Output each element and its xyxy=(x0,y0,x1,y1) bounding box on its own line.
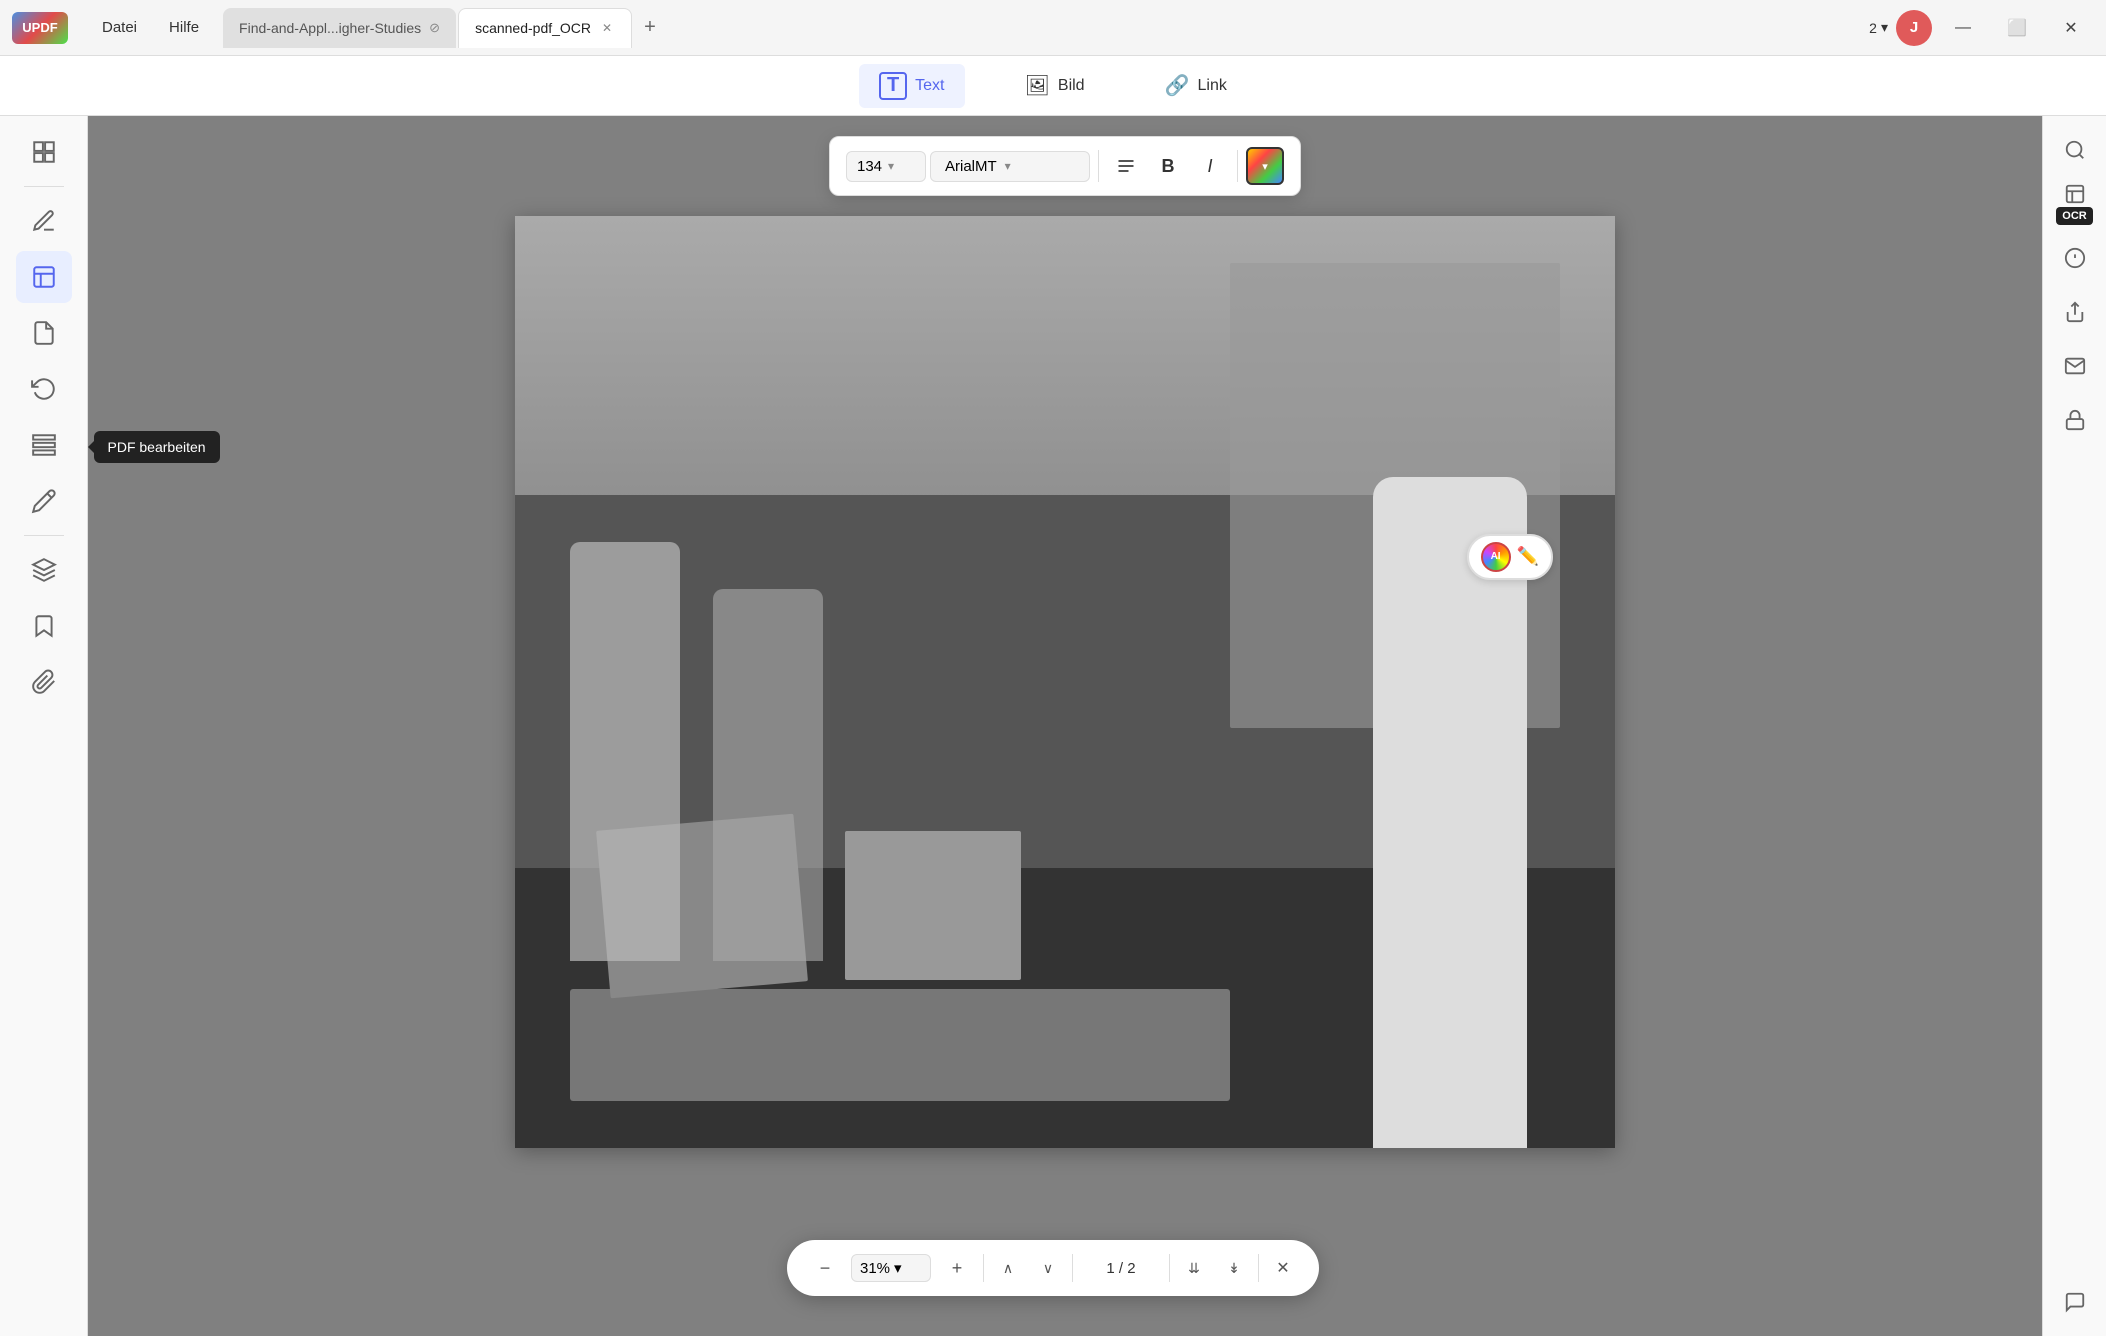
tab-label-active: scanned-pdf_OCR xyxy=(475,20,591,36)
toolbar-divider-2 xyxy=(1072,1254,1073,1282)
fmt-divider-2 xyxy=(1237,150,1238,182)
sidebar-icon-signatures[interactable] xyxy=(16,475,72,527)
right-icon-lock[interactable] xyxy=(2051,396,2099,444)
pdf-office-image xyxy=(1015,588,1535,1068)
pdf-area[interactable]: 134 ▾ ArialMT ▾ B I ▾ xyxy=(88,116,2042,1336)
color-dropdown-icon: ▾ xyxy=(1262,160,1268,173)
sidebar-icon-layers[interactable] xyxy=(16,544,72,596)
left-sidebar: PDF bearbeiten xyxy=(0,116,88,1336)
new-tab-button[interactable]: + xyxy=(634,12,666,44)
user-avatar[interactable]: J xyxy=(1896,10,1932,46)
ocr-badge: OCR xyxy=(2056,207,2092,225)
top-toolbar: T Text 🖼 Bild 🔗 Link xyxy=(0,56,2106,116)
tab-edit-icon: ⊘ xyxy=(429,20,440,36)
sidebar-divider-2 xyxy=(24,535,64,536)
sidebar-icon-annotate[interactable] xyxy=(16,195,72,247)
sidebar-icon-attach[interactable] xyxy=(16,656,72,708)
font-name-value: ArialMT xyxy=(945,158,997,175)
text-tool-label: Text xyxy=(915,77,944,95)
bild-tool-icon: 🖼 xyxy=(1025,73,1050,98)
link-tool-icon: 🔗 xyxy=(1165,73,1190,98)
zoom-dropdown-icon: ▾ xyxy=(894,1259,902,1277)
font-name-selector[interactable]: ArialMT ▾ xyxy=(930,151,1090,182)
sidebar-icon-edit-pdf[interactable]: PDF bearbeiten xyxy=(16,251,72,303)
align-button[interactable] xyxy=(1107,147,1145,185)
updf-logo-icon: UPDF xyxy=(12,12,68,44)
link-tool-label: Link xyxy=(1197,77,1226,95)
color-picker-button[interactable]: ▾ xyxy=(1246,147,1284,185)
right-icon-chat[interactable] xyxy=(2051,1278,2099,1326)
app-logo: UPDF xyxy=(12,12,68,44)
toolbar-divider-3 xyxy=(1169,1254,1170,1282)
zoom-level-value: 31% xyxy=(860,1260,890,1277)
title-bar-right: 2 ▾ J — ⬜ ✕ xyxy=(1869,10,2094,46)
scroll-down-button[interactable]: ∨ xyxy=(1032,1252,1064,1284)
text-tool-button[interactable]: T Text xyxy=(859,64,964,108)
bold-button[interactable]: B xyxy=(1149,147,1187,185)
toolbar-divider-1 xyxy=(983,1254,984,1282)
menu-datei[interactable]: Datei xyxy=(88,13,151,42)
right-icon-properties[interactable] xyxy=(2051,234,2099,282)
link-tool-button[interactable]: 🔗 Link xyxy=(1145,65,1247,106)
text-tool-icon: T xyxy=(879,72,907,100)
next-page-button[interactable]: ↡ xyxy=(1218,1252,1250,1284)
font-dropdown-icon: ▾ xyxy=(1005,159,1011,173)
menu-hilfe[interactable]: Hilfe xyxy=(155,13,213,42)
tab-close-button[interactable]: ✕ xyxy=(599,20,615,36)
main-layout: PDF bearbeiten 134 ▾ xyxy=(0,116,2106,1336)
close-button[interactable]: ✕ xyxy=(2048,10,2094,46)
font-size-value: 134 xyxy=(857,158,882,175)
tab-label: Find-and-Appl...igher-Studies xyxy=(239,20,421,36)
zoom-level-selector[interactable]: 31% ▾ xyxy=(851,1254,931,1282)
bottom-toolbar: − 31% ▾ + ∧ ∨ 1 / 2 ⇊ ↡ ✕ xyxy=(787,1240,1319,1296)
sidebar-divider-1 xyxy=(24,186,64,187)
page-count-value: 2 xyxy=(1869,20,1877,36)
close-nav-button[interactable]: ✕ xyxy=(1267,1252,1299,1284)
current-page: 1 xyxy=(1106,1260,1114,1277)
page-counter: 2 ▾ xyxy=(1869,19,1888,36)
right-sidebar: OCR xyxy=(2042,116,2106,1336)
zoom-out-button[interactable]: − xyxy=(807,1250,843,1286)
right-icon-ocr[interactable]: OCR xyxy=(2051,180,2099,228)
font-size-dropdown-icon: ▾ xyxy=(888,159,894,173)
fmt-divider-1 xyxy=(1098,150,1099,182)
minimize-button[interactable]: — xyxy=(1940,10,1986,46)
tab-scanned-pdf[interactable]: scanned-pdf_OCR ✕ xyxy=(458,8,632,48)
toolbar-divider-4 xyxy=(1258,1254,1259,1282)
bild-tool-button[interactable]: 🖼 Bild xyxy=(1005,65,1105,106)
page-indicator: 1 / 2 xyxy=(1081,1256,1161,1281)
page-sep: / xyxy=(1119,1260,1127,1277)
right-icon-share[interactable] xyxy=(2051,288,2099,336)
right-icon-mail[interactable] xyxy=(2051,342,2099,390)
page-count-dropdown[interactable]: ▾ xyxy=(1881,19,1888,36)
office-sim-bg xyxy=(1015,588,1535,1068)
tabs-area: Find-and-Appl...igher-Studies ⊘ scanned-… xyxy=(223,8,1869,48)
zoom-in-button[interactable]: + xyxy=(939,1250,975,1286)
total-pages: 2 xyxy=(1127,1260,1135,1277)
pdf-body: Smart devices and internet-based applica… xyxy=(595,588,1535,1068)
italic-button[interactable]: I xyxy=(1191,147,1229,185)
sidebar-icon-convert[interactable] xyxy=(16,363,72,415)
scroll-up-button[interactable]: ∧ xyxy=(992,1252,1024,1284)
title-bar: UPDF Datei Hilfe Find-and-Appl...igher-S… xyxy=(0,0,2106,56)
maximize-button[interactable]: ⬜ xyxy=(1994,10,2040,46)
ai-icon: AI xyxy=(1481,542,1511,572)
sidebar-icon-pages[interactable] xyxy=(16,307,72,359)
right-icon-search[interactable] xyxy=(2051,126,2099,174)
ai-edit-icon: ✏️ xyxy=(1517,546,1539,567)
prev-page-button[interactable]: ⇊ xyxy=(1178,1252,1210,1284)
ai-button[interactable]: AI ✏️ xyxy=(1467,534,1553,580)
sidebar-icon-bookmark[interactable] xyxy=(16,600,72,652)
tooltip-edit-pdf: PDF bearbeiten xyxy=(94,431,220,463)
pdf-page: Improve Working Productivity in Using Ap… xyxy=(515,216,1615,1148)
menu-bar: Datei Hilfe xyxy=(88,13,213,42)
sidebar-icon-organize[interactable] xyxy=(16,419,72,471)
bild-tool-label: Bild xyxy=(1058,77,1085,95)
tab-find-apply[interactable]: Find-and-Appl...igher-Studies ⊘ xyxy=(223,8,456,48)
sidebar-icon-thumbnail[interactable] xyxy=(16,126,72,178)
font-size-selector[interactable]: 134 ▾ xyxy=(846,151,926,182)
format-toolbar: 134 ▾ ArialMT ▾ B I ▾ xyxy=(829,136,1301,196)
